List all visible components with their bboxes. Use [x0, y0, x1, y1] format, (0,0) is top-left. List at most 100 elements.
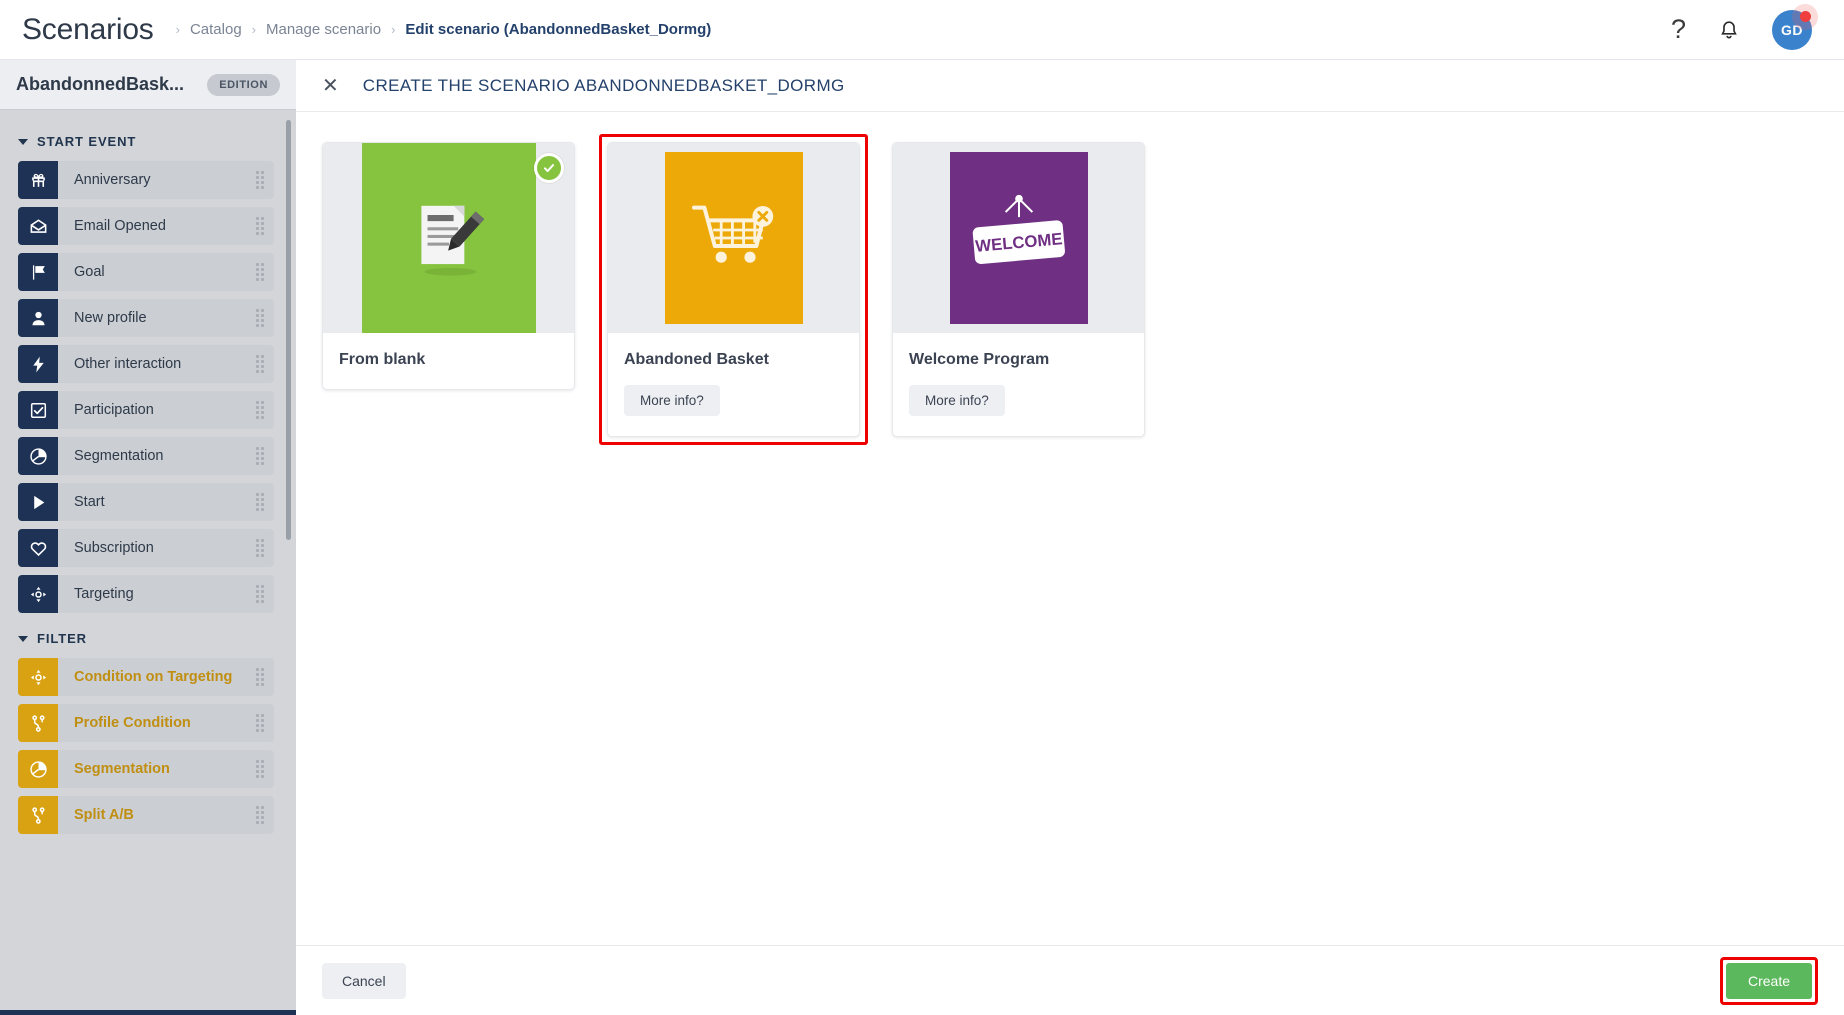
person-icon — [18, 299, 58, 337]
template-card-abandoned-basket[interactable]: Abandoned Basket More info? — [607, 142, 860, 437]
breadcrumb-item-catalog[interactable]: Catalog — [190, 21, 242, 38]
avatar[interactable]: GD — [1772, 3, 1818, 50]
sidebar-item-label: Segmentation — [74, 761, 170, 777]
flag-icon — [18, 253, 58, 291]
close-x-icon[interactable]: ✕ — [322, 76, 339, 96]
sidebar-scrollbar[interactable] — [286, 120, 291, 540]
sidebar-item-targeting[interactable]: Targeting — [18, 575, 274, 613]
avatar-notification-dot — [1800, 10, 1811, 22]
breadcrumb-item-edit-scenario[interactable]: Edit scenario (AbandonnedBasket_Dormg) — [405, 21, 711, 38]
document-pencil-icon — [420, 205, 484, 276]
template-card-body: Welcome Program More info? — [893, 333, 1144, 436]
welcome-sign-icon: WELCOME — [972, 194, 1065, 264]
sidebar-item-goal[interactable]: Goal — [18, 253, 274, 291]
template-card-title: Abandoned Basket — [624, 351, 769, 368]
gift-icon — [18, 161, 58, 199]
create-scenario-modal: ✕ CREATE THE SCENARIO ABANDONNEDBASKET_D… — [296, 60, 1844, 1015]
sidebar-item-label: Anniversary — [74, 172, 151, 188]
drag-handle-icon[interactable] — [256, 539, 264, 557]
breadcrumb-separator: › — [251, 22, 256, 37]
template-card-body: From blank — [323, 333, 574, 389]
selected-check-badge — [534, 153, 564, 183]
top-bar-actions: ? GD — [1671, 3, 1822, 50]
sidebar-item-other-interaction[interactable]: Other interaction — [18, 345, 274, 383]
sidebar-item-start[interactable]: Start — [18, 483, 274, 521]
drag-handle-icon[interactable] — [256, 309, 264, 327]
sidebar-item-label: Subscription — [74, 540, 154, 556]
drag-handle-icon[interactable] — [256, 714, 264, 732]
more-info-button[interactable]: More info? — [624, 385, 720, 416]
drag-handle-icon[interactable] — [256, 263, 264, 281]
drag-handle-icon[interactable] — [256, 668, 264, 686]
modal-body: From blank Abandoned Basket More info? W… — [296, 112, 1844, 945]
heart-icon — [18, 529, 58, 567]
breadcrumb-item-manage-scenario[interactable]: Manage scenario — [266, 21, 381, 38]
notification-bell-icon[interactable] — [1718, 18, 1740, 42]
target-crosshair-icon — [18, 575, 58, 613]
drag-handle-icon[interactable] — [256, 355, 264, 373]
template-thumbnail: WELCOME — [893, 143, 1144, 333]
sidebar-item-label: New profile — [74, 310, 147, 326]
template-card-slot: From blank — [322, 142, 575, 390]
template-card-slot: Abandoned Basket More info? — [599, 134, 868, 445]
page-title: Scenarios — [22, 12, 154, 46]
sidebar-item-label: Start — [74, 494, 105, 510]
sidebar-item-label: Split A/B — [74, 807, 134, 823]
drag-handle-icon[interactable] — [256, 401, 264, 419]
drag-handle-icon[interactable] — [256, 760, 264, 778]
sidebar-scroll-area[interactable]: START EVENT Anniversary Email Opened Goal Ne… — [0, 110, 296, 1015]
more-info-button[interactable]: More info? — [909, 385, 1005, 416]
drag-handle-icon[interactable] — [256, 585, 264, 603]
sidebar-item-segmentation[interactable]: Segmentation — [18, 437, 274, 475]
sidebar-item-subscription[interactable]: Subscription — [18, 529, 274, 567]
question-mark-icon[interactable]: ? — [1671, 16, 1686, 43]
pie-chart-icon — [18, 437, 58, 475]
sidebar-item-condition-on-targeting[interactable]: Condition on Targeting — [18, 658, 274, 696]
template-card-welcome-program[interactable]: WELCOME Welcome Program More info? — [892, 142, 1145, 437]
sidebar-group-label: FILTER — [37, 631, 87, 646]
envelope-open-icon — [18, 207, 58, 245]
breadcrumb-separator: › — [175, 22, 180, 37]
template-card-title: From blank — [339, 351, 426, 368]
breadcrumb-separator: › — [391, 22, 396, 37]
sidebar-item-email-opened[interactable]: Email Opened — [18, 207, 274, 245]
template-thumbnail — [323, 143, 574, 333]
top-bar: Scenarios › Catalog › Manage scenario › … — [0, 0, 1844, 60]
modal-header: ✕ CREATE THE SCENARIO ABANDONNEDBASKET_D… — [296, 60, 1844, 112]
drag-handle-icon[interactable] — [256, 171, 264, 189]
drag-handle-icon[interactable] — [256, 447, 264, 465]
template-thumbnail-art: WELCOME — [949, 152, 1088, 324]
play-triangle-icon — [18, 483, 58, 521]
template-card-slot: WELCOME Welcome Program More info? — [892, 142, 1145, 437]
sidebar-item-profile-condition[interactable]: Profile Condition — [18, 704, 274, 742]
template-card-from-blank[interactable]: From blank — [322, 142, 575, 390]
sidebar-item-split-a-b[interactable]: Split A/B — [18, 796, 274, 834]
template-card-title: Welcome Program — [909, 351, 1050, 368]
edition-badge: EDITION — [207, 73, 280, 96]
breadcrumb: › Catalog › Manage scenario › Edit scena… — [176, 21, 712, 38]
create-button-highlight: Create — [1719, 956, 1818, 1005]
sidebar-item-label: Email Opened — [74, 218, 166, 234]
sidebar-item-label: Other interaction — [74, 356, 182, 372]
sidebar-header: AbandonnedBask... EDITION — [0, 60, 296, 110]
drag-handle-icon[interactable] — [256, 806, 264, 824]
checkbox-checked-icon — [18, 391, 58, 429]
modal-footer: Cancel Create — [296, 945, 1844, 1015]
drag-handle-icon[interactable] — [256, 493, 264, 511]
cancel-button[interactable]: Cancel — [322, 962, 406, 999]
sidebar-item-new-profile[interactable]: New profile — [18, 299, 274, 337]
sidebar-group-filter[interactable]: FILTER — [0, 621, 296, 658]
sidebar-item-anniversary[interactable]: Anniversary — [18, 161, 274, 199]
sidebar-group-label: START EVENT — [37, 134, 137, 149]
sidebar-item-segmentation[interactable]: Segmentation — [18, 750, 274, 788]
lightning-bolt-icon — [18, 345, 58, 383]
template-card-body: Abandoned Basket More info? — [608, 333, 859, 436]
sidebar-item-participation[interactable]: Participation — [18, 391, 274, 429]
template-thumbnail — [608, 143, 859, 333]
drag-handle-icon[interactable] — [256, 217, 264, 235]
chevron-down-icon — [18, 635, 28, 642]
sidebar-group-start[interactable]: START EVENT — [0, 124, 296, 161]
sidebar-scenario-name: AbandonnedBask... — [16, 74, 185, 94]
sidebar-bottom-rule — [0, 1010, 296, 1015]
create-button[interactable]: Create — [1725, 962, 1812, 999]
